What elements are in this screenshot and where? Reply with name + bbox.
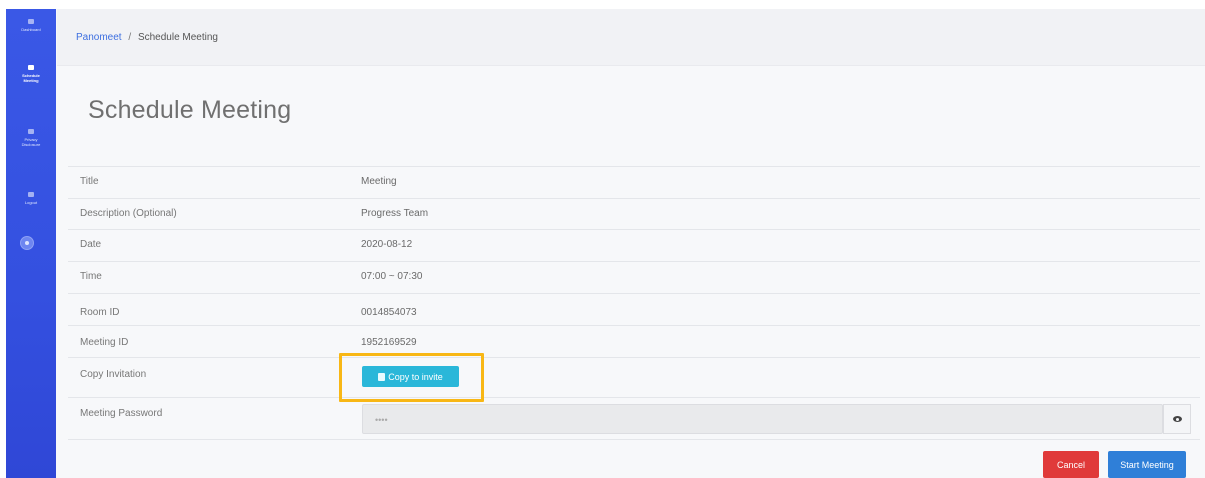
detail-value: 2020-08-12 — [361, 239, 413, 250]
detail-row-meeting-id: Meeting ID 1952169529 — [68, 325, 1200, 357]
detail-label: Description (Optional) — [80, 208, 177, 219]
detail-value: 0014854073 — [361, 307, 417, 318]
sidebar-item-label-line2: Meeting — [23, 78, 39, 83]
breadcrumb: Panomeet / Schedule Meeting — [76, 32, 218, 43]
sidebar-item-privacy[interactable]: Privacy Disclosure — [6, 129, 56, 147]
detail-label: Meeting ID — [80, 337, 129, 348]
detail-label: Room ID — [80, 307, 120, 318]
logout-icon — [28, 192, 34, 197]
sidebar-item-dashboard[interactable]: Dashboard — [6, 19, 56, 32]
sidebar-item-label: Logout — [24, 200, 38, 205]
eye-icon — [1172, 416, 1182, 422]
sidebar-item-logout[interactable]: Logout — [6, 192, 56, 205]
sidebar-item-label: Dashboard — [21, 27, 41, 32]
cancel-button[interactable]: Cancel — [1043, 451, 1099, 478]
sidebar-item-label-line2: Disclosure — [21, 142, 41, 147]
detail-label: Copy Invitation — [80, 369, 147, 380]
detail-row-copy-invitation: Copy Invitation — [68, 357, 1200, 397]
user-icon — [25, 241, 29, 245]
detail-row-time: Time 07:00 ~ 07:30 — [68, 261, 1200, 293]
highlight-box — [339, 353, 484, 402]
sidebar-item-schedule-meeting[interactable]: Schedule Meeting — [6, 65, 56, 83]
detail-value: Meeting — [361, 176, 397, 187]
detail-label: Meeting Password — [80, 408, 163, 419]
detail-row-date: Date 2020-08-12 — [68, 229, 1200, 261]
meeting-password-field[interactable]: •••• — [362, 404, 1163, 434]
shield-icon — [28, 129, 34, 134]
detail-row-room-id: Room ID 0014854073 — [68, 293, 1200, 325]
detail-value: 1952169529 — [361, 337, 417, 348]
breadcrumb-separator: / — [128, 32, 132, 43]
start-meeting-button[interactable]: Start Meeting — [1108, 451, 1186, 478]
divider — [68, 439, 1200, 440]
breadcrumb-bar: Panomeet / Schedule Meeting — [57, 9, 1205, 66]
detail-row-description: Description (Optional) Progress Team — [68, 198, 1200, 230]
toggle-password-visibility[interactable] — [1163, 404, 1191, 434]
dashboard-icon — [28, 19, 34, 24]
breadcrumb-current: Schedule Meeting — [137, 32, 218, 43]
calendar-icon — [28, 65, 34, 70]
detail-label: Time — [80, 271, 102, 282]
detail-value: Progress Team — [361, 208, 429, 219]
detail-label: Date — [80, 239, 102, 250]
breadcrumb-root-link[interactable]: Panomeet — [76, 32, 122, 43]
page-title: Schedule Meeting — [88, 96, 292, 124]
detail-value: 07:00 ~ 07:30 — [361, 271, 423, 282]
detail-row-title: Title Meeting — [68, 166, 1200, 198]
avatar[interactable] — [20, 236, 34, 250]
detail-label: Title — [80, 176, 99, 187]
